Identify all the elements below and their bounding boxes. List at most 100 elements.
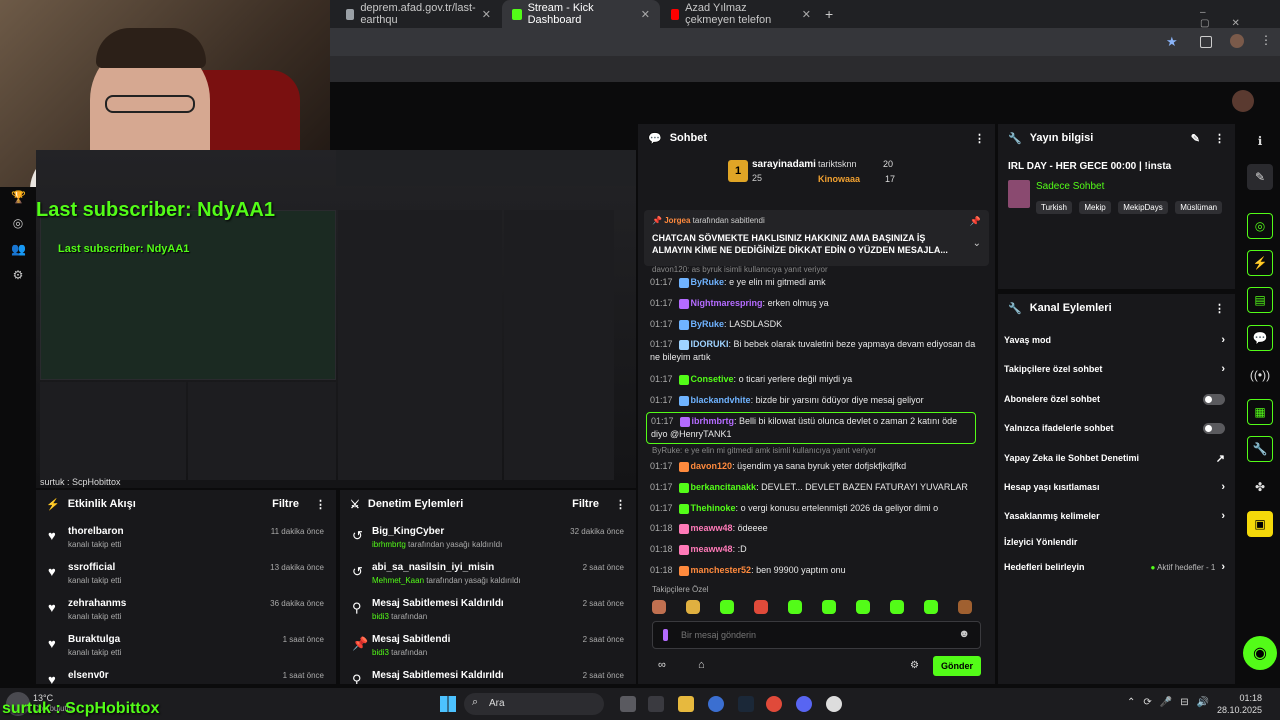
widgets-icon[interactable] [648, 696, 664, 712]
discord-icon[interactable] [796, 696, 812, 712]
extensions-icon[interactable] [1200, 36, 1212, 48]
gear-icon[interactable]: ⚙ [11, 268, 25, 282]
emote-icon[interactable] [686, 600, 700, 614]
emote-icon[interactable] [754, 600, 768, 614]
moderator-name[interactable]: Mehmet_Kaan [372, 576, 424, 585]
store-icon[interactable]: ⌂ [698, 659, 705, 671]
wrench-icon[interactable]: 🔧 [1247, 436, 1273, 462]
chat-icon[interactable]: 💬 [1247, 325, 1273, 351]
more-icon[interactable]: ⋮ [974, 132, 985, 145]
edit-icon[interactable]: ✎ [1191, 132, 1200, 145]
more-icon[interactable]: ⋮ [1214, 302, 1225, 315]
user-avatar[interactable] [1232, 90, 1254, 112]
emote-icon[interactable] [924, 600, 938, 614]
send-button[interactable]: Gönder [933, 656, 981, 676]
action-followers-only[interactable]: Takipçilere özel sohbet › [1004, 359, 1225, 379]
tag[interactable]: MekipDays [1118, 201, 1168, 214]
action-slow-mode[interactable]: Yavaş mod › [1004, 330, 1225, 350]
lightning-icon[interactable]: ⚡ [1247, 250, 1273, 276]
chat-input[interactable] [681, 628, 941, 642]
close-icon[interactable]: ✕ [802, 8, 811, 21]
unpin-icon[interactable]: 📌 [970, 216, 981, 227]
settings-icon[interactable]: ⚙ [910, 660, 919, 671]
message-username[interactable]: meaww48 [691, 544, 733, 554]
stream-category[interactable]: Sadece Sohbet [1036, 181, 1104, 192]
leader-first-name[interactable]: sarayinadami [752, 159, 816, 170]
new-tab-icon[interactable]: + [825, 6, 833, 22]
action-banned-words[interactable]: Yasaklanmış kelimeler › [1004, 506, 1225, 526]
mic-icon[interactable] [663, 629, 668, 641]
pinned-author[interactable]: Jorgea [664, 216, 690, 225]
subscribers-only-toggle[interactable] [1203, 393, 1225, 405]
action-goals[interactable]: Hedefleri belirleyin ● Aktif hedefler - 1… [1004, 557, 1225, 577]
more-icon[interactable]: ⋮ [1214, 132, 1225, 145]
message-username[interactable]: berkancitanakk [691, 482, 757, 492]
target-icon[interactable]: ◎ [1247, 213, 1273, 239]
tab-youtube[interactable]: Azad Yılmaz çekmeyen telefon ✕ [661, 0, 821, 28]
activity-user[interactable]: thorelbaron [68, 526, 124, 537]
leader-third-name[interactable]: Kinowaaa [818, 174, 860, 184]
layout-icon[interactable]: ▦ [1247, 399, 1273, 425]
steam-icon[interactable] [738, 696, 754, 712]
emote-icon[interactable] [788, 600, 802, 614]
leader-second-name[interactable]: tariktsknn [818, 159, 857, 169]
filter-button[interactable]: Filtre [572, 498, 599, 510]
emote-icon[interactable] [720, 600, 734, 614]
moderation-target[interactable]: abi_sa_nasilsin_iyi_misin [372, 562, 494, 573]
action-host[interactable]: İzleyici Yönlendir [1004, 532, 1225, 552]
emote-icon[interactable] [958, 600, 972, 614]
gift-icon[interactable]: ▣ [1247, 511, 1273, 537]
menu-icon[interactable]: ⋮ [1260, 33, 1272, 47]
tag[interactable]: Mekip [1079, 201, 1111, 214]
message-username[interactable]: Thehinoke [691, 503, 736, 513]
activity-user[interactable]: ssrofficial [68, 562, 115, 573]
moderation-target[interactable]: Big_KingCyber [372, 526, 444, 537]
activity-user[interactable]: Buraktulga [68, 634, 120, 645]
close-icon[interactable]: ✕ [641, 8, 650, 21]
target-icon[interactable]: ◎ [11, 216, 25, 230]
action-ai-moderation[interactable]: Yapay Zeka ile Sohbet Denetimi ↗ [1004, 448, 1225, 468]
close-icon[interactable]: ✕ [482, 8, 491, 21]
tab-kick-dashboard[interactable]: Stream - Kick Dashboard ✕ [502, 0, 660, 28]
windows-start-icon[interactable] [440, 696, 456, 712]
message-username[interactable]: meaww48 [691, 523, 733, 533]
emote-icon[interactable] [890, 600, 904, 614]
clipboard-icon[interactable]: ▤ [1247, 287, 1273, 313]
emote-icon[interactable] [652, 600, 666, 614]
emote-icon[interactable] [856, 600, 870, 614]
broadcast-icon[interactable]: ((•)) [1247, 362, 1273, 388]
emote-only-toggle[interactable] [1203, 422, 1225, 434]
window-controls[interactable]: –▢✕ [1200, 7, 1280, 29]
tag[interactable]: Müslüman [1175, 201, 1223, 214]
moderator-name[interactable]: ibrhmbrtg [372, 540, 406, 549]
tag[interactable]: Turkish [1036, 201, 1072, 214]
message-username[interactable]: davon120 [691, 461, 733, 471]
trophy-icon[interactable]: 🏆 [11, 190, 26, 204]
more-icon[interactable]: ⋮ [315, 498, 326, 511]
message-username[interactable]: blackandvhite [691, 395, 751, 405]
emoji-icon[interactable]: ☻ [958, 628, 970, 640]
message-username[interactable]: ibrhmbrtg [692, 416, 735, 426]
address-bar[interactable]: ★ ⋮ [330, 28, 1280, 56]
message-username[interactable]: Consetive [691, 374, 734, 384]
file-explorer-icon[interactable] [678, 696, 694, 712]
users-icon[interactable]: 👥 [11, 242, 26, 256]
activity-user[interactable]: zehrahanms [68, 598, 126, 609]
chevron-down-icon[interactable]: ⌄ [973, 238, 981, 249]
message-username[interactable]: ByRuke [691, 319, 725, 329]
filter-button[interactable]: Filtre [272, 498, 299, 510]
action-account-age[interactable]: Hesap yaşı kısıtlaması › [1004, 477, 1225, 497]
moderator-name[interactable]: bidi3 [372, 612, 389, 621]
emote-picker-icon[interactable]: ∞ [658, 659, 666, 671]
taskbar-search[interactable]: ⌕ Ara [464, 693, 604, 715]
message-username[interactable]: ByRuke [691, 277, 725, 287]
obs-icon[interactable] [826, 696, 842, 712]
emote-icon[interactable] [822, 600, 836, 614]
info-icon[interactable]: ℹ [1247, 128, 1273, 154]
message-username[interactable]: Nightmarespring [691, 298, 763, 308]
star-icon[interactable]: ★ [1166, 34, 1178, 50]
app-icon[interactable] [708, 696, 724, 712]
chrome-icon[interactable] [766, 696, 782, 712]
tab-afad[interactable]: deprem.afad.gov.tr/last-earthqu ✕ [336, 0, 501, 28]
message-username[interactable]: IDORUKI [691, 339, 729, 349]
